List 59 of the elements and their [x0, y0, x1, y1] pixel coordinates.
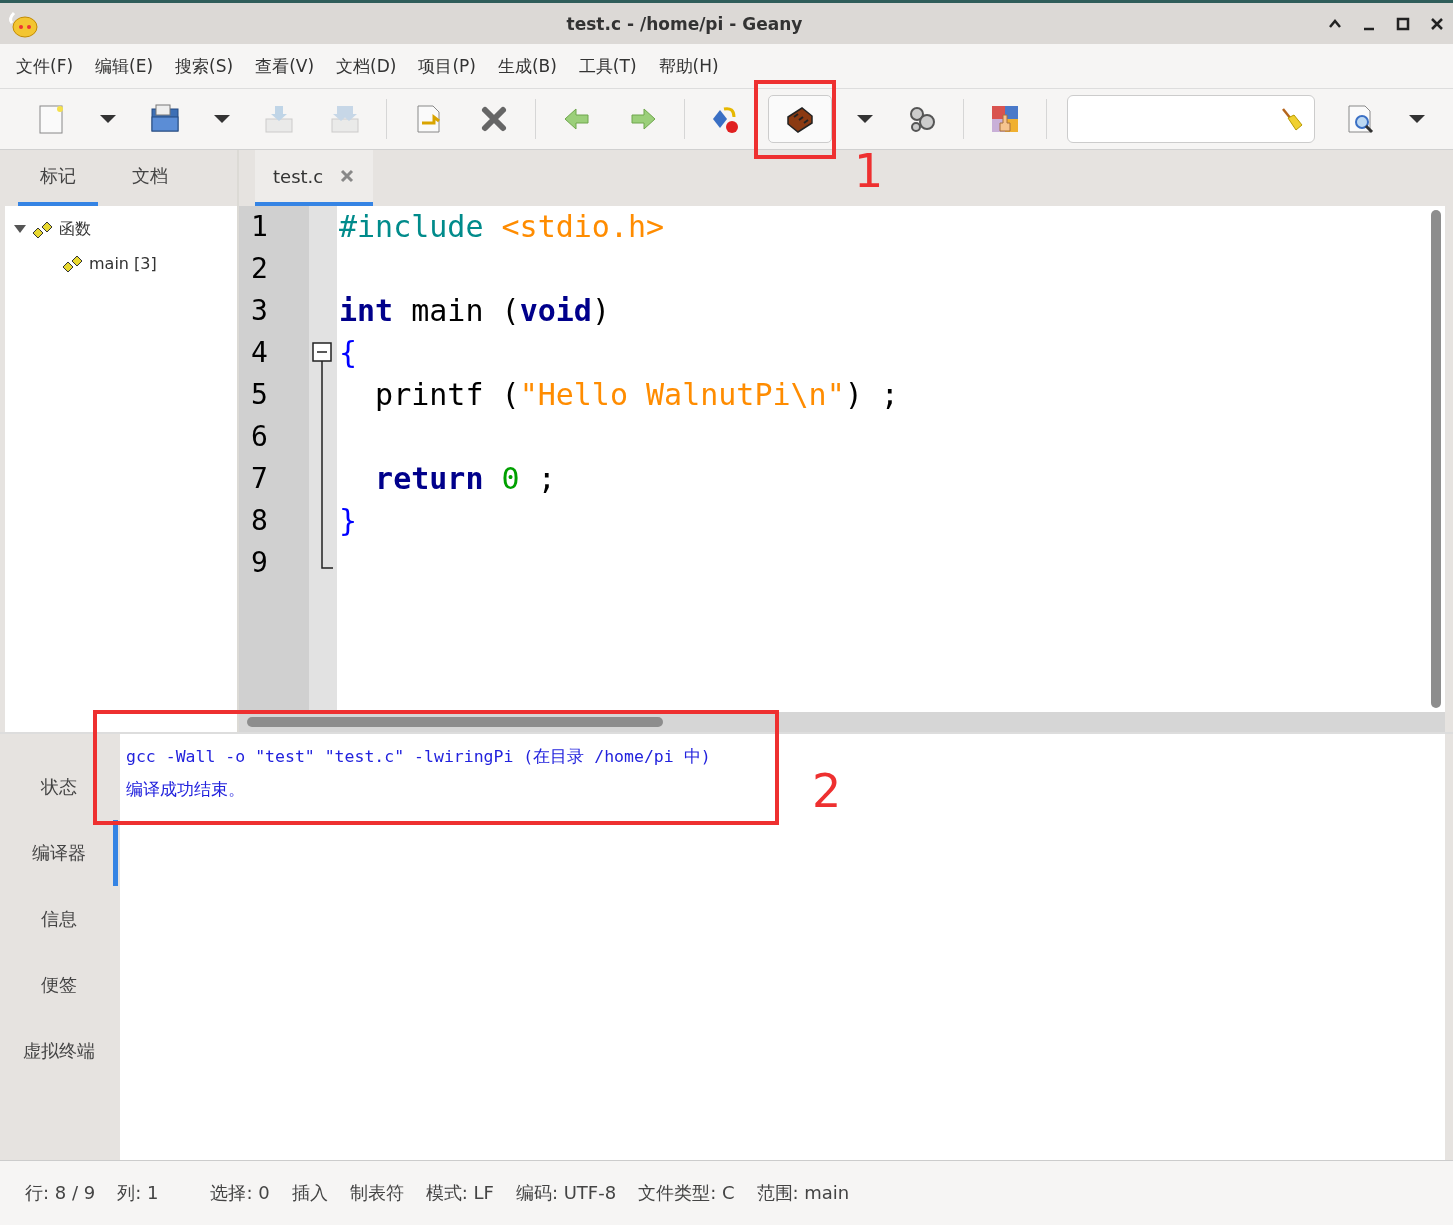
menu-item[interactable]: 工具(T) — [568, 54, 649, 78]
window-title: test.c - /home/pi - Geany — [565, 13, 804, 34]
line-number: 1 — [250, 209, 269, 245]
maximize-icon[interactable] — [1395, 15, 1411, 32]
chain-icon — [61, 253, 85, 273]
menu-item[interactable]: 生成(B) — [487, 54, 569, 78]
compiler-message: gcc -Wall -o "test" "test.c" -lwiringPi (在目录 /home/pi 中) — [126, 746, 711, 768]
code-line: #include <stdio.h> — [339, 208, 665, 246]
message-tab[interactable]: 状态 — [5, 754, 118, 820]
toolbar-icon — [263, 103, 295, 135]
close-icon[interactable] — [1429, 15, 1445, 32]
search-field[interactable] — [1067, 95, 1315, 143]
line-number: 6 — [250, 419, 269, 455]
toolbar-icon — [329, 103, 361, 135]
menu-item[interactable]: 查看(V) — [245, 54, 327, 78]
status-item: 制表符 — [349, 1181, 404, 1205]
chain-icon — [31, 219, 55, 239]
toolbar-icon — [149, 103, 181, 135]
status-item: 行: 8 / 9 — [25, 1181, 96, 1205]
menu-item[interactable]: 编辑(E) — [85, 54, 166, 78]
code-line: int main (void) — [339, 292, 610, 330]
annotation-number: 1 — [854, 148, 884, 194]
sidebar-tab[interactable]: 文档 — [110, 150, 190, 206]
message-tab[interactable]: 虚拟终端 — [5, 1018, 118, 1084]
line-number: 9 — [250, 545, 269, 581]
code-line: { — [339, 334, 358, 372]
scrollbar-thumb[interactable] — [1431, 210, 1441, 708]
status-item: 模式: LF — [425, 1181, 494, 1205]
line-number: 3 — [250, 293, 269, 329]
status-item: 选择: 0 — [210, 1181, 270, 1205]
line-number: 2 — [250, 251, 269, 287]
status-item: 列: 1 — [117, 1181, 159, 1205]
line-number: 4 — [250, 335, 269, 371]
toolbar-button[interactable] — [768, 95, 832, 143]
scrollbar-thumb[interactable] — [247, 717, 663, 727]
status-item: 插入 — [291, 1181, 328, 1205]
menu-item[interactable]: 文件(F) — [6, 54, 86, 78]
annotation-number: 2 — [812, 768, 842, 814]
toolbar-icon — [989, 103, 1021, 135]
menu-item[interactable]: 项目(P) — [408, 54, 488, 78]
status-item: 编码: UTF-8 — [515, 1181, 617, 1205]
status-item: 文件类型: C — [638, 1181, 735, 1205]
compiler-message: 编译成功结束。 — [126, 779, 245, 801]
status-item: 范围: main — [756, 1181, 850, 1205]
line-number: 5 — [250, 377, 269, 413]
tree-item[interactable]: 函数 — [59, 218, 91, 240]
line-number: 8 — [250, 503, 269, 539]
code-line: return 0 ; — [374, 460, 556, 498]
line-number: 7 — [250, 461, 269, 497]
code-line: } — [339, 502, 358, 540]
message-tab[interactable]: 信息 — [5, 886, 118, 952]
menu-item[interactable]: 搜索(S) — [165, 54, 246, 78]
editor-tab[interactable]: test.c — [255, 150, 374, 206]
menu-item[interactable]: 文档(D) — [326, 54, 409, 78]
sidebar-tab[interactable]: 标记 — [18, 150, 98, 206]
message-tab[interactable]: 便签 — [5, 952, 118, 1018]
tree-item[interactable]: main [3] — [89, 253, 157, 273]
code-line: printf ("Hello WalnutPi\n") ; — [374, 376, 899, 414]
menu-item[interactable]: 帮助(H) — [648, 54, 731, 78]
